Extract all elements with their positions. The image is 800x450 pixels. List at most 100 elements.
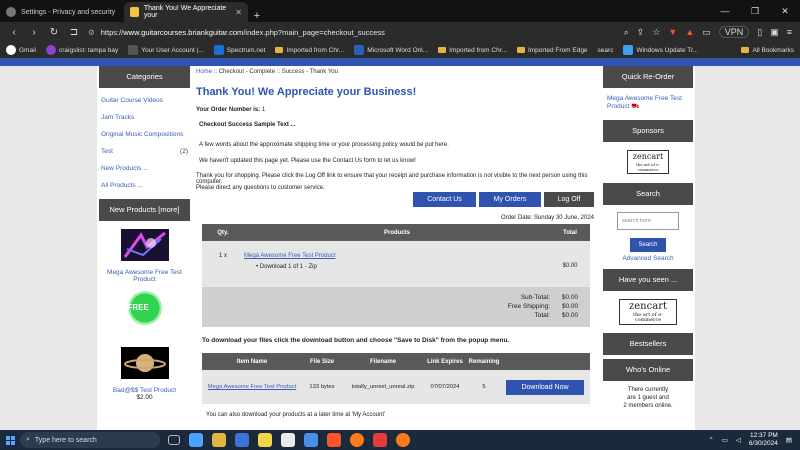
taskbar-search[interactable]: ⌕ Type here to search [20, 432, 160, 448]
star-icon[interactable]: ☆ [652, 27, 660, 38]
folder-icon [438, 47, 447, 53]
category-item[interactable]: Test (2) [99, 143, 190, 160]
app-icon[interactable] [281, 433, 295, 447]
action-buttons: Contact Us My Orders Log Off [196, 192, 594, 207]
category-item[interactable]: Original Music Compositions [99, 126, 190, 143]
store-icon[interactable] [235, 433, 249, 447]
qty-cell: 1 x [218, 253, 227, 259]
log-off-button[interactable]: Log Off [544, 192, 594, 207]
all-bookmarks[interactable]: All Bookmarks [741, 47, 794, 54]
bookmark-folder-3[interactable]: Imported From Edge [516, 47, 588, 54]
site-info-icon[interactable]: ⚙ [88, 28, 95, 37]
start-button[interactable] [0, 435, 20, 445]
vpn-button[interactable]: VPN [718, 26, 750, 38]
network-icon[interactable]: ▭ [722, 436, 728, 444]
logoff-text: Thank you for shopping. Please click the… [196, 173, 588, 185]
product-image[interactable] [120, 229, 169, 261]
breadcrumb-home[interactable]: Home [196, 69, 212, 75]
product-name[interactable]: Mega Awesome Free Test Product [99, 269, 190, 283]
product-name[interactable]: Bad@$$ Test Product [99, 387, 190, 394]
have-you-seen-header: Have you seen ... [603, 269, 693, 291]
remaining: 5 [482, 384, 486, 390]
new-products-header[interactable]: New Products [more] [99, 199, 190, 221]
zencart-logo[interactable]: zencart the art of e-commerce [627, 150, 669, 174]
bestsellers-header: Bestsellers [603, 333, 693, 355]
quick-reorder-item[interactable]: Mega Awesome Free Test Product ⛟ [607, 95, 689, 111]
task-view-icon[interactable] [168, 435, 180, 445]
spectrum-icon [213, 45, 224, 55]
breadcrumb: Home :: Checkout - Complete :: Success -… [196, 69, 338, 75]
saturn-product-image[interactable] [120, 347, 169, 379]
footer-text: You can also download your products at a… [206, 412, 386, 418]
zencart-logo-large[interactable]: zencart the art of e-commerce [619, 299, 677, 325]
back-icon[interactable]: ‹ [8, 27, 20, 38]
bookmark-search[interactable]: searc [598, 47, 614, 54]
new-tab-button[interactable]: + [248, 10, 266, 22]
tab-settings[interactable]: Settings - Privacy and security [0, 2, 124, 22]
advanced-search-link[interactable]: Advanced Search [603, 255, 693, 262]
category-item[interactable]: All Products ... [99, 177, 190, 194]
share-icon[interactable]: ⇪ [637, 27, 645, 38]
download-now-button[interactable]: Download Now [506, 379, 584, 395]
cart-icon[interactable]: ⛟ [631, 103, 639, 110]
notifications-icon[interactable]: ▤ [786, 436, 792, 444]
bookmark-gmail[interactable]: Gmail [6, 45, 36, 55]
bookmark-word[interactable]: Microsoft Word Onl... [354, 45, 428, 55]
sidebar-icon[interactable]: ▯ [757, 27, 762, 38]
close-window-icon[interactable]: ✕ [770, 6, 800, 17]
bookmark-windows-update[interactable]: Windows Update Tr... [623, 45, 698, 55]
reload-icon[interactable]: ↻ [48, 27, 60, 38]
bookmark-icon[interactable]: ⊐ [68, 27, 80, 38]
file-explorer-icon[interactable] [212, 433, 226, 447]
clock[interactable]: 12:37 PM 6/30/2024 [749, 432, 778, 448]
search-input[interactable]: search here [617, 212, 679, 230]
categories-list: Guitar Course Videos Jam Tracks Original… [99, 88, 190, 194]
bookmark-craigslist[interactable]: craigslist: tampa bay [45, 45, 118, 55]
category-item[interactable]: Jam Tracks [99, 109, 190, 126]
category-count: (2) [180, 148, 188, 155]
zoom-icon[interactable]: ⌕ [624, 27, 629, 38]
download-item-link[interactable]: Mega Awesome Free Test Product [202, 384, 302, 390]
new-product-card[interactable]: Mega Awesome Free Test Product [99, 221, 190, 283]
sticky-app-icon[interactable] [258, 433, 272, 447]
clock-date: 6/30/2024 [748, 440, 778, 447]
maximize-icon[interactable]: ❐ [740, 6, 770, 17]
order-table-header: Qty. Products Total [202, 224, 590, 241]
contact-us-button[interactable]: Contact Us [413, 192, 476, 207]
firefox-icon[interactable] [350, 433, 364, 447]
minimize-icon[interactable]: — [710, 6, 740, 16]
my-orders-button[interactable]: My Orders [479, 192, 541, 207]
new-product-card[interactable]: Bad@$$ Test Product $2.00 [99, 339, 190, 401]
news-app-icon[interactable] [373, 433, 387, 447]
bookmark-folder-1[interactable]: Imported from Chr... [275, 47, 344, 54]
brave-icon[interactable] [327, 433, 341, 447]
order-number: Your Order Number is: 1 [196, 107, 266, 113]
bookmark-user-account[interactable]: Your User Account |... [128, 45, 204, 55]
edge-icon[interactable] [189, 433, 203, 447]
summary-row: Total: $0.00 [534, 312, 579, 319]
category-item[interactable]: Guitar Course Videos [99, 92, 190, 109]
product-link[interactable]: Mega Awesome Free Test Product [244, 253, 550, 259]
close-icon[interactable]: ✕ [235, 8, 242, 17]
order-summary: Sub-Total: $0.00 Free Shipping: $0.00 Tota… [202, 287, 590, 327]
bookmark-spectrum[interactable]: Spectrum.net [213, 45, 265, 55]
tab-thank-you[interactable]: Thank You! We Appreciate your ✕ [124, 2, 248, 22]
url-field[interactable]: ⚙ https://www.guitarcourses.briankguitar… [88, 28, 508, 37]
bookmark-folder-2[interactable]: Imported from Chr... [438, 47, 507, 54]
sidebar-toggle-icon[interactable]: ▭ [702, 27, 711, 38]
wallet-icon[interactable]: ▣ [770, 27, 779, 38]
page-margin-right [695, 66, 800, 430]
mail-icon[interactable] [304, 433, 318, 447]
category-item[interactable]: New Products ... [99, 160, 190, 177]
firefox-alt-icon[interactable] [396, 433, 410, 447]
rewards-icon[interactable]: ▲ [685, 27, 694, 37]
taskbar: ⌕ Type here to search ⌃ ▭ ◁ 12:37 PM 6/3… [0, 430, 800, 450]
menu-icon[interactable]: ≡ [787, 27, 792, 37]
search-button[interactable]: Search [630, 238, 666, 252]
brave-shield-icon[interactable]: ▼ [668, 27, 677, 37]
speaker-icon[interactable]: ◁ [736, 436, 741, 444]
right-column: Quick Re-Order Mega Awesome Free Test Pr… [603, 66, 693, 410]
forward-icon[interactable]: › [28, 27, 40, 38]
shipping-text: A few words about the approximate shippi… [199, 142, 449, 148]
tray-overflow-icon[interactable]: ⌃ [708, 436, 713, 444]
